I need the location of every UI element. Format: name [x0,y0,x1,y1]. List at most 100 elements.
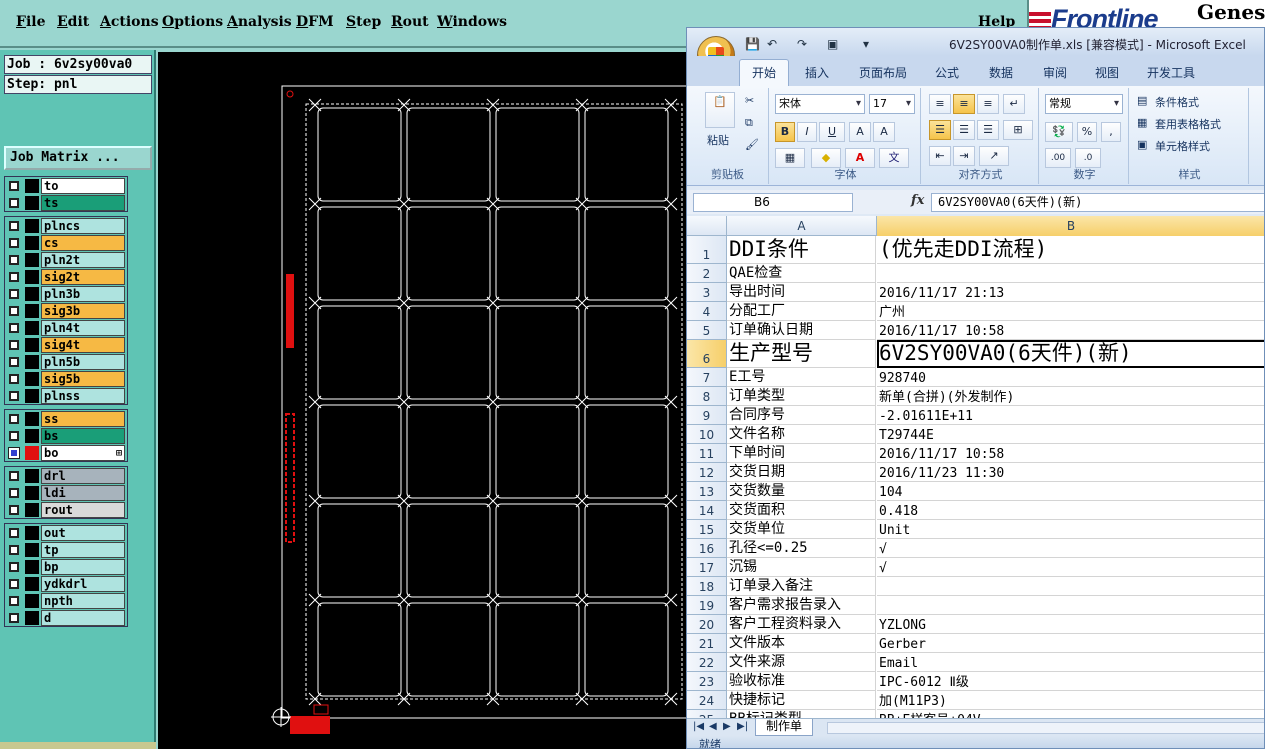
layer-name[interactable]: plnss [41,388,125,404]
layer-affected-indicator[interactable] [25,486,39,500]
layer-affected-indicator[interactable] [25,577,39,591]
layer-name[interactable]: ts [41,195,125,211]
layer-row[interactable]: cs [5,235,127,251]
row-header[interactable]: 24 [687,691,727,710]
save-icon[interactable]: 💾 [745,37,760,51]
number-format-combo[interactable]: 常规 [1045,94,1123,114]
row-header[interactable]: 22 [687,653,727,672]
layer-affected-indicator[interactable] [25,469,39,483]
layer-checkbox[interactable] [9,272,19,282]
layer-checkbox[interactable] [9,579,19,589]
layer-checkbox[interactable] [9,471,19,481]
layer-affected-indicator[interactable] [25,253,39,267]
layer-checkbox[interactable] [9,323,19,333]
layer-row[interactable]: ss [5,411,127,427]
menu-options[interactable]: Options [162,14,223,30]
select-all-corner[interactable] [687,216,727,236]
menu-dfm[interactable]: DFM [296,14,334,30]
layer-affected-indicator[interactable] [25,429,39,443]
row-header[interactable]: 23 [687,672,727,691]
row-header[interactable]: 10 [687,425,727,444]
layer-checkbox[interactable] [9,613,19,623]
align-center-button[interactable]: ☰ [953,120,975,140]
layer-affected-indicator[interactable] [25,270,39,284]
layer-name[interactable]: bo ⊞ [41,445,125,461]
layer-row[interactable]: sig5b [5,371,127,387]
cell-b[interactable]: YZLONG [877,615,1264,634]
layer-row[interactable]: sig2t [5,269,127,285]
layer-expand-icon[interactable]: ⊞ [116,446,122,461]
row-header[interactable]: 14 [687,501,727,520]
cell-b[interactable]: 加(M11P3) [877,691,1264,710]
layer-checkbox[interactable] [9,414,19,424]
cut-icon[interactable]: ✂ [745,94,754,107]
layer-row[interactable]: pln3b [5,286,127,302]
layer-name[interactable]: pln2t [41,252,125,268]
layer-row[interactable]: pln2t [5,252,127,268]
layer-row[interactable]: pln5b [5,354,127,370]
fill-color-button[interactable]: ◆ [811,148,841,168]
row-header[interactable]: 9 [687,406,727,425]
layer-row[interactable]: to [5,178,127,194]
layer-name[interactable]: plncs [41,218,125,234]
cell-b[interactable]: Unit [877,520,1264,539]
layer-row[interactable]: bp [5,559,127,575]
cell-b[interactable]: 104 [877,482,1264,501]
cell-b[interactable]: T29744E [877,425,1264,444]
cell-styles-icon[interactable]: ▣ [1137,138,1147,151]
cell-b[interactable]: Email [877,653,1264,672]
layer-affected-indicator[interactable] [25,412,39,426]
row-header[interactable]: 1 [687,236,727,264]
layer-name[interactable]: ldi [41,485,125,501]
layer-name[interactable]: tp [41,542,125,558]
worksheet[interactable]: A B 1 DDI条件 (优先走DDI流程) 2 QAE检查 3 导出时间 2016/11/1… [687,216,1264,718]
row-header[interactable]: 12 [687,463,727,482]
sheet-tab[interactable]: 制作单 [755,719,814,736]
cell-b[interactable]: BB+E样客号+04V [877,710,1264,718]
cell-b[interactable]: 2016/11/17 21:13 [877,283,1264,302]
redo-icon[interactable]: ↷ [797,37,807,51]
font-size-combo[interactable]: 17 [869,94,915,114]
layer-row[interactable]: bo ⊞ [5,445,127,461]
layer-checkbox[interactable] [9,431,19,441]
layer-affected-indicator[interactable] [25,543,39,557]
layer-checkbox[interactable] [9,374,19,384]
increase-decimal-button[interactable]: .00 [1045,148,1071,168]
align-left-button[interactable]: ☰ [929,120,951,140]
job-matrix-button[interactable]: Job Matrix ... [4,146,152,170]
cell-b[interactable]: √ [877,558,1264,577]
tab-developer[interactable]: 开发工具 [1147,64,1195,81]
menu-step[interactable]: Step [346,14,381,30]
layer-checkbox[interactable] [9,528,19,538]
layer-affected-indicator[interactable] [25,304,39,318]
layer-row[interactable]: bs [5,428,127,444]
cell-b[interactable]: 2016/11/23 11:30 [877,463,1264,482]
copy-icon[interactable]: ⧉ [745,116,753,130]
tab-insert[interactable]: 插入 [805,64,829,81]
layer-checkbox[interactable] [9,238,19,248]
cell-b[interactable]: IPC-6012 Ⅱ级 [877,672,1264,691]
layer-name[interactable]: ydkdrl [41,576,125,592]
horizontal-scrollbar[interactable] [827,722,1264,734]
font-name-combo[interactable]: 宋体 [775,94,865,114]
decrease-decimal-button[interactable]: .0 [1075,148,1101,168]
menu-rout[interactable]: Rout [391,14,429,30]
layer-name[interactable]: ss [41,411,125,427]
layer-name[interactable]: drl [41,468,125,484]
layer-row[interactable]: ldi [5,485,127,501]
layer-checkbox[interactable] [9,289,19,299]
row-header[interactable]: 25 [687,710,727,718]
tab-view[interactable]: 视图 [1095,64,1119,81]
menu-actions[interactable]: Actions [100,14,159,30]
layer-affected-indicator[interactable] [25,179,39,193]
row-header[interactable]: 15 [687,520,727,539]
layer-affected-indicator[interactable] [25,338,39,352]
column-header-b[interactable]: B [877,216,1264,236]
layer-checkbox[interactable] [9,596,19,606]
layer-name[interactable]: pln3b [41,286,125,302]
cell-a[interactable]: 生产型号 [727,340,876,368]
row-header[interactable]: 13 [687,482,727,501]
row-header[interactable]: 11 [687,444,727,463]
cell-b[interactable]: 广州 [877,302,1264,321]
layer-name[interactable]: pln4t [41,320,125,336]
